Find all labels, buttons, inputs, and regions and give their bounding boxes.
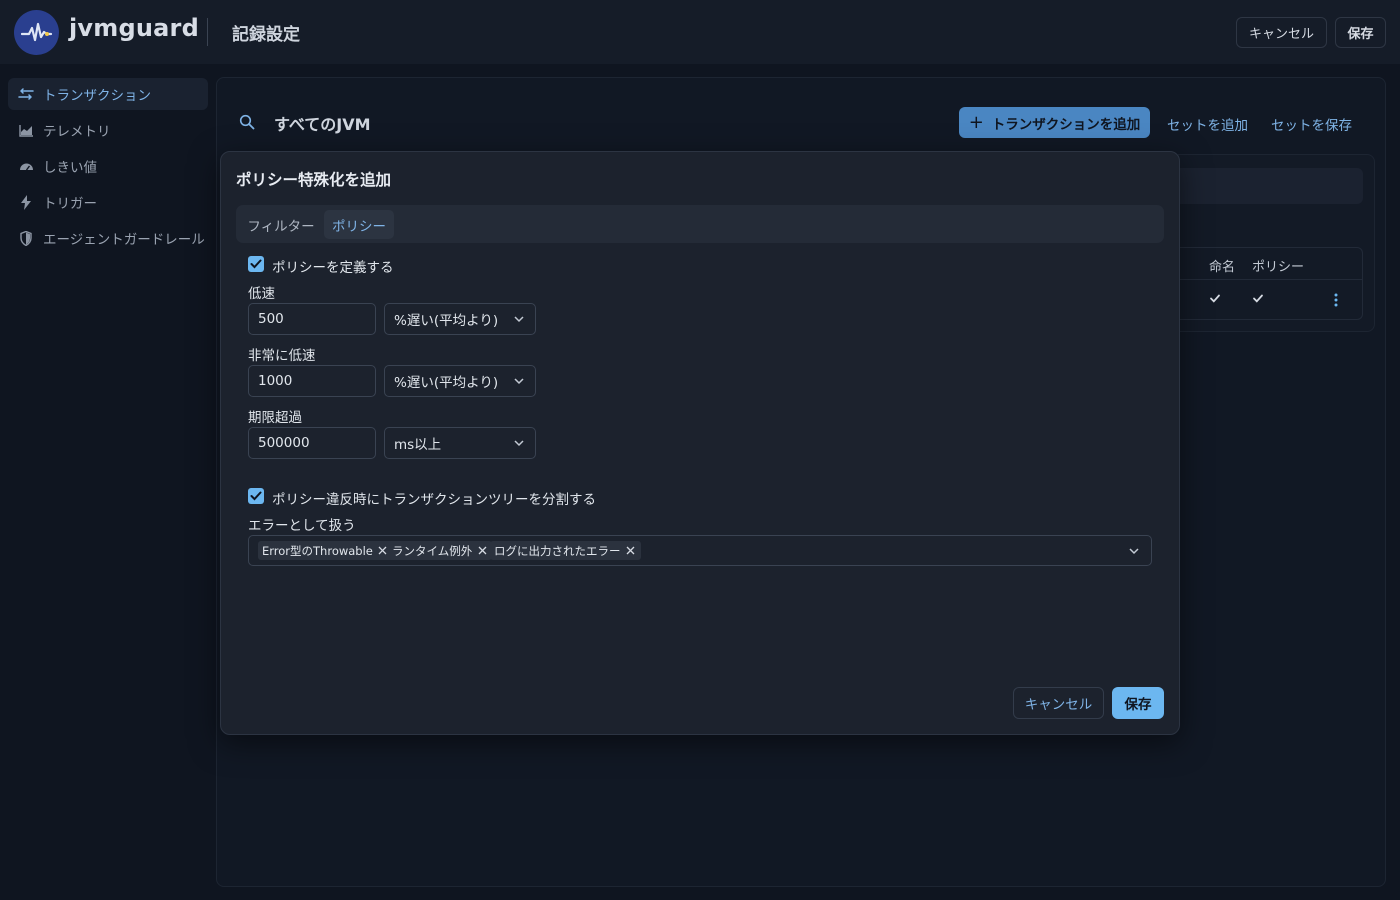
sidebar-item-label: トリガー [43, 196, 97, 212]
very-slow-unit-select[interactable]: %遅い(平均より) [384, 365, 536, 397]
close-icon[interactable] [624, 544, 638, 558]
arrows-icon [18, 86, 34, 102]
slow-unit-select[interactable]: %遅い(平均より) [384, 303, 536, 335]
very-slow-label: 非常に低速 [248, 348, 316, 364]
chevron-down-icon [514, 440, 524, 447]
very-slow-input[interactable]: 1000 [248, 365, 376, 397]
save-set-button[interactable]: セットを保存 [1271, 114, 1352, 134]
dialog-cancel-button[interactable]: キャンセル [1013, 687, 1104, 719]
error-chip: ランタイム例外 [388, 541, 493, 560]
chevron-down-icon [1129, 548, 1139, 555]
card-toolbar [1178, 168, 1363, 204]
sidebar-item-guardrails[interactable]: エージェントガードレール [8, 222, 208, 254]
column-header-policy: ポリシー [1252, 260, 1305, 275]
split-tree-checkbox[interactable] [248, 488, 264, 504]
header-save-button[interactable]: 保存 [1335, 17, 1386, 48]
error-chip: Error型のThrowable [258, 541, 393, 560]
header-cancel-button[interactable]: キャンセル [1236, 17, 1327, 48]
overdue-input[interactable]: 500000 [248, 427, 376, 459]
sidebar-item-transactions[interactable]: トランザクション [8, 78, 208, 110]
error-chip: ログに出力されたエラー [490, 541, 641, 560]
sidebar-item-label: しきい値 [43, 160, 97, 176]
overdue-unit-select[interactable]: ms以上 [384, 427, 536, 459]
overdue-unit-value: ms以上 [394, 437, 442, 453]
add-transaction-button[interactable]: + トランザクションを追加 [959, 107, 1150, 138]
very-slow-unit-value: %遅い(平均より) [394, 375, 499, 391]
overdue-label: 期限超過 [248, 410, 302, 426]
define-policy-checkbox[interactable] [248, 256, 264, 272]
sidebar-item-label: エージェントガードレール [43, 232, 205, 248]
gauge-icon [18, 158, 34, 174]
chevron-down-icon [514, 378, 524, 385]
slow-unit-value: %遅い(平均より) [394, 313, 499, 329]
sidebar-item-thresholds[interactable]: しきい値 [8, 150, 208, 182]
row-menu-icon[interactable] [1331, 292, 1341, 308]
slow-label: 低速 [248, 286, 275, 302]
slow-input[interactable]: 500 [248, 303, 376, 335]
policy-check-icon [1252, 292, 1264, 304]
checkmark-icon [250, 491, 262, 501]
treat-as-error-label: エラーとして扱う [248, 518, 356, 534]
page-title: 記録設定 [232, 25, 300, 45]
chip-label: Error型のThrowable [262, 543, 373, 558]
tab-policy[interactable]: ポリシー [324, 210, 394, 239]
checkmark-icon [250, 259, 262, 269]
sidebar-item-triggers[interactable]: トリガー [8, 186, 208, 218]
sidebar-item-telemetry[interactable]: テレメトリ [8, 114, 208, 146]
area-chart-icon [18, 122, 34, 138]
column-header-naming: 命名 [1209, 260, 1236, 275]
shield-icon [18, 230, 34, 246]
brand-name: jvmguard [69, 14, 199, 42]
tab-filter[interactable]: フィルター [240, 210, 322, 239]
naming-check-icon [1209, 292, 1221, 304]
add-set-button[interactable]: セットを追加 [1167, 114, 1248, 134]
dialog-title: ポリシー特殊化を追加 [236, 171, 392, 189]
dialog-save-button[interactable]: 保存 [1112, 687, 1164, 719]
chevron-down-icon [514, 316, 524, 323]
sidebar: トランザクション テレメトリ しきい値 トリガー エージェントガードレール [0, 64, 216, 900]
header-divider [207, 18, 208, 46]
split-tree-label: ポリシー違反時にトランザクションツリーを分割する [272, 492, 596, 508]
chip-label: ログに出力されたエラー [494, 543, 621, 558]
close-icon[interactable] [475, 544, 489, 558]
add-transaction-label: トランザクションを追加 [991, 116, 1141, 133]
search-icon[interactable] [239, 114, 255, 130]
lightning-icon [18, 194, 34, 210]
app-header: jvmguard 記録設定 キャンセル 保存 [0, 0, 1400, 64]
define-policy-label: ポリシーを定義する [272, 260, 394, 276]
sidebar-item-label: テレメトリ [43, 124, 111, 140]
jvm-scope-title: すべてのJVM [274, 115, 371, 134]
plus-icon: + [968, 112, 984, 133]
chip-label: ランタイム例外 [392, 543, 473, 558]
pulse-icon [14, 10, 59, 55]
sidebar-item-label: トランザクション [43, 88, 151, 104]
